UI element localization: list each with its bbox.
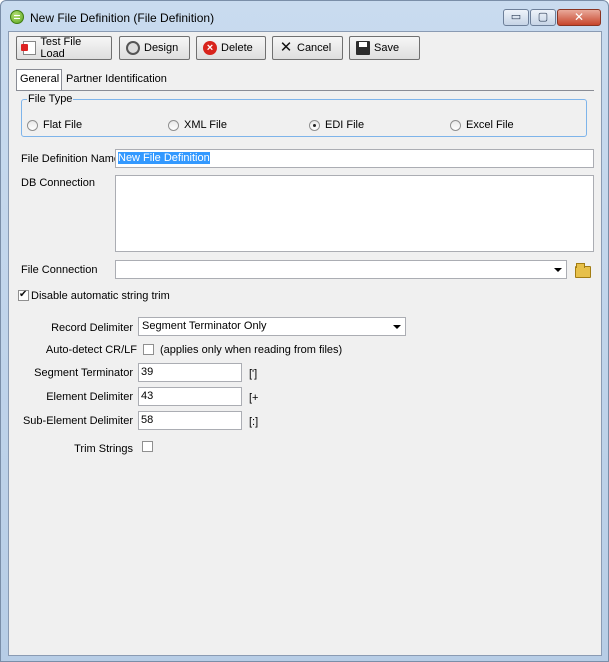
db-connection-input[interactable]: [115, 175, 594, 252]
chevron-down-icon: [554, 268, 562, 272]
minimize-icon: ▭: [510, 11, 522, 23]
close-button[interactable]: ✕: [557, 9, 601, 26]
general-panel: File Type Flat File XML File EDI File Ex…: [16, 90, 594, 652]
sub-element-delimiter-input[interactable]: 58: [138, 411, 242, 430]
segment-terminator-input[interactable]: 39: [138, 363, 242, 382]
tab-partner-identification[interactable]: Partner Identification: [63, 70, 173, 89]
trim-strings-label: Trim Strings: [74, 443, 133, 455]
radio-flat-file-indicator[interactable]: [27, 119, 38, 131]
radio-excel-file[interactable]: Excel File: [450, 119, 514, 131]
radio-flat-file[interactable]: Flat File: [27, 119, 82, 131]
save-label: Save: [374, 42, 400, 54]
element-delimiter-input[interactable]: 43: [138, 387, 242, 406]
cancel-button[interactable]: ✕ Cancel: [272, 36, 343, 60]
segment-terminator-label: Segment Terminator: [34, 367, 133, 379]
test-file-load-label: Test File Load: [40, 36, 82, 60]
sub-element-delimiter-char: [:]: [249, 416, 259, 428]
window-title: New File Definition (File Definition): [30, 11, 215, 25]
radio-edi-file-label: EDI File: [325, 119, 365, 131]
radio-edi-file-indicator[interactable]: [309, 119, 320, 131]
design-button[interactable]: Design: [119, 36, 190, 60]
toolbar: Test File Load Design × Delete ✕ Cancel …: [9, 32, 601, 66]
radio-xml-file[interactable]: XML File: [168, 119, 227, 131]
auto-detect-label: Auto-detect CR/LF: [45, 344, 137, 356]
file-connection-label: File Connection: [21, 264, 98, 276]
element-delimiter-char: [+: [249, 392, 259, 404]
gear-icon: [126, 41, 140, 55]
file-type-label: File Type: [27, 93, 74, 105]
window-controls: ▭ ▢ ✕: [502, 9, 601, 26]
file-connection-select[interactable]: [115, 260, 567, 279]
disable-trim-label: Disable automatic string trim: [31, 290, 170, 302]
maximize-icon: ▢: [537, 11, 549, 23]
file-definition-name-input[interactable]: New File Definition: [115, 149, 594, 168]
radio-xml-file-label: XML File: [184, 119, 227, 131]
file-definition-window: New File Definition (File Definition) ▭ …: [0, 0, 609, 662]
radio-edi-file[interactable]: EDI File: [309, 119, 364, 131]
chevron-down-icon: [393, 325, 401, 329]
delete-button[interactable]: × Delete: [196, 36, 266, 60]
cancel-label: Cancel: [297, 42, 332, 54]
cancel-icon: ✕: [279, 39, 293, 56]
radio-excel-file-indicator[interactable]: [450, 119, 461, 131]
delete-label: Delete: [221, 42, 253, 54]
delete-icon: ×: [203, 41, 217, 55]
db-connection-label: DB Connection: [21, 177, 95, 189]
radio-xml-file-indicator[interactable]: [168, 119, 179, 131]
design-label: Design: [144, 42, 179, 54]
segment-terminator-char: [']: [249, 368, 258, 380]
radio-excel-file-label: Excel File: [466, 119, 514, 131]
sub-element-delimiter-label: Sub-Element Delimiter: [22, 415, 133, 427]
element-delimiter-label: Element Delimiter: [46, 391, 133, 403]
disable-trim-checkbox[interactable]: [18, 288, 29, 302]
record-delimiter-label: Record Delimiter: [51, 322, 133, 334]
save-button[interactable]: Save: [349, 36, 420, 60]
app-icon: [10, 10, 24, 24]
trim-strings-checkbox[interactable]: [142, 441, 153, 452]
title-bar[interactable]: New File Definition (File Definition) ▭ …: [1, 1, 608, 31]
test-load-icon: [20, 41, 37, 55]
file-definition-name-value: New File Definition: [118, 152, 210, 164]
file-definition-name-label: File Definition Name: [21, 153, 121, 165]
close-icon: ✕: [573, 10, 585, 24]
save-icon: [356, 41, 370, 55]
maximize-button[interactable]: ▢: [530, 9, 556, 26]
auto-detect-checkbox[interactable]: [143, 344, 154, 355]
open-folder-icon[interactable]: [575, 263, 591, 278]
record-delimiter-select[interactable]: Segment Terminator Only: [138, 317, 406, 336]
auto-detect-note: (applies only when reading from files): [160, 344, 343, 356]
client-area: Test File Load Design × Delete ✕ Cancel …: [8, 31, 602, 656]
minimize-button[interactable]: ▭: [503, 9, 529, 26]
radio-flat-file-label: Flat File: [43, 119, 83, 131]
record-delimiter-value: Segment Terminator Only: [142, 320, 267, 332]
test-file-load-button[interactable]: Test File Load: [16, 36, 112, 60]
tab-general[interactable]: General: [16, 69, 62, 90]
file-type-group: File Type Flat File XML File EDI File Ex…: [21, 93, 587, 137]
